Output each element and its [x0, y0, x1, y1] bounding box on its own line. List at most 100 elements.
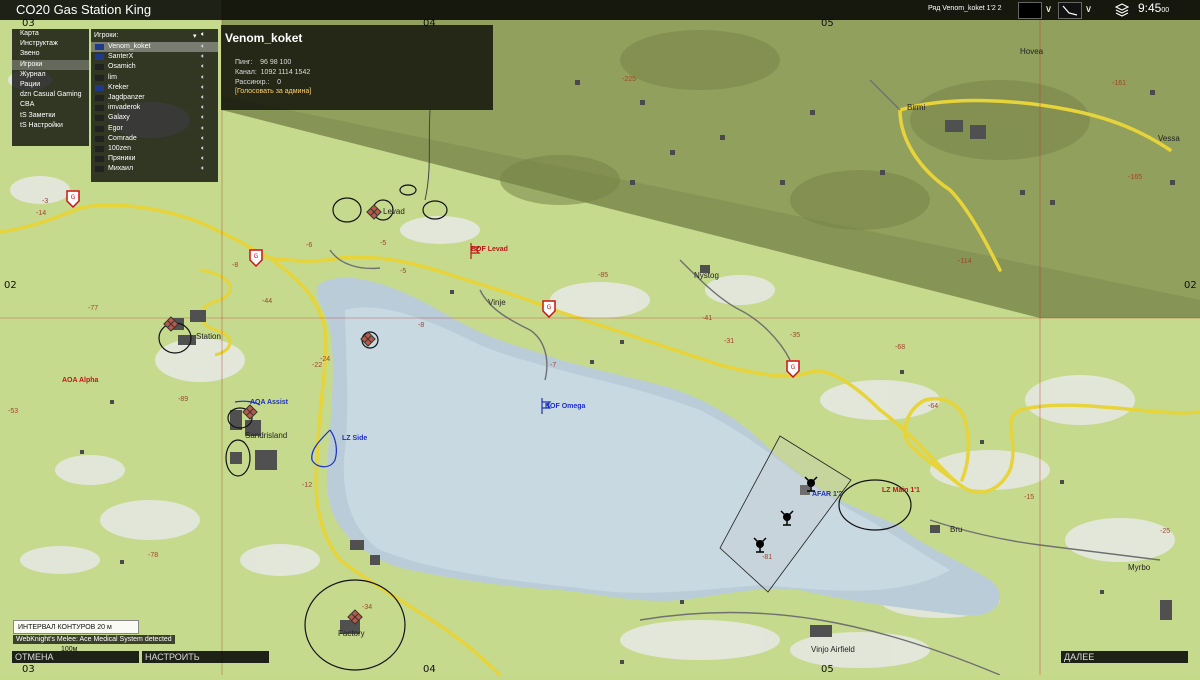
enemy-unit-icon[interactable]: [803, 475, 819, 493]
player-info-panel: Venom_koket Пинг: 96 98 100 Канал: 1092 …: [221, 25, 493, 110]
player-name: Venom_koket: [108, 43, 151, 50]
elevation-label: -165: [1128, 174, 1143, 181]
player-name: Osamich: [108, 63, 136, 71]
speaker-icon[interactable]: 🔈︎: [201, 103, 205, 113]
player-row[interactable]: Galaxy 🔈︎: [91, 113, 218, 123]
rassinhr-line: Рассинхр.: 0: [235, 79, 281, 86]
elevation-label: -41: [702, 315, 713, 322]
grid-label-bottom-05: 05: [821, 664, 834, 675]
place-levad: Levad: [383, 207, 405, 216]
menu-item[interactable]: Рации: [12, 80, 89, 90]
objective-diamond-icon[interactable]: [366, 204, 382, 220]
player-color-swatch: [95, 74, 104, 81]
elevation-label: -225: [622, 76, 637, 83]
clock-seconds: 00: [1161, 7, 1170, 14]
speaker-icon[interactable]: 🔈︎: [201, 124, 205, 134]
player-row[interactable]: Михаил 🔈︎: [91, 164, 218, 174]
rassinhr-label: Рассинхр.:: [235, 79, 270, 86]
svg-text:G: G: [71, 194, 76, 201]
player-row[interactable]: 100zen 🔈︎: [91, 144, 218, 154]
speaker-icon[interactable]: 🔈︎: [201, 154, 205, 164]
player-name: Jagdpanzer: [108, 93, 145, 101]
player-row[interactable]: Egor 🔈︎: [91, 124, 218, 134]
player-name: 100zen: [108, 144, 131, 152]
place-vessa: Vessa: [1158, 134, 1180, 143]
channel-color-box[interactable]: [1018, 2, 1042, 19]
triangle-down-icon[interactable]: ▾: [193, 32, 197, 40]
place-vinje: Vinje: [488, 298, 506, 307]
player-row[interactable]: Comrade 🔈︎: [91, 134, 218, 144]
player-name: Михаил: [108, 165, 134, 173]
player-row[interactable]: Osamich 🔈︎: [91, 62, 218, 72]
configure-button[interactable]: НАСТРОИТЬ: [142, 651, 269, 663]
player-row[interactable]: Пряники 🔈︎: [91, 154, 218, 164]
elevation-label: -114: [958, 258, 972, 265]
speaker-icon[interactable]: 🔈︎: [201, 134, 205, 144]
svg-text:G: G: [547, 304, 552, 311]
menu-item[interactable]: Журнал: [12, 70, 89, 80]
player-row[interactable]: SanterX 🔈︎: [91, 52, 218, 62]
menu-item[interactable]: CBA: [12, 100, 89, 110]
player-color-swatch: [95, 125, 104, 132]
gas-station-icon: G: [66, 190, 80, 208]
gas-station-icon: G: [786, 360, 800, 378]
place-station: Station: [196, 332, 221, 341]
layers-icon[interactable]: [1115, 3, 1129, 17]
objective-diamond-icon[interactable]: [360, 331, 376, 347]
player-row[interactable]: Venom_koket 🔈︎: [91, 42, 218, 53]
speaker-icon[interactable]: 🔈︎: [201, 93, 205, 103]
objective-diamond-icon[interactable]: [347, 609, 363, 625]
speaker-icon[interactable]: 🔈︎: [201, 73, 205, 83]
player-row[interactable]: Jagdpanzer 🔈︎: [91, 93, 218, 103]
speaker-icon[interactable]: 🔈︎: [201, 42, 205, 52]
elevation-label: -44: [262, 298, 273, 305]
elevation-label: -5: [380, 240, 387, 247]
player-row[interactable]: imvaderok 🔈︎: [91, 103, 218, 113]
enemy-unit-icon[interactable]: [779, 509, 795, 527]
elevation-label: -7: [550, 362, 557, 369]
speaker-icon[interactable]: 🔈︎: [201, 83, 205, 93]
vote-admin-link[interactable]: [Голосовать за админа]: [235, 88, 311, 95]
place-factory: Factory: [338, 629, 365, 638]
marker-lz-side[interactable]: LZ Side: [342, 435, 367, 442]
player-color-swatch: [95, 64, 104, 71]
menu-item[interactable]: tS Заметки: [12, 111, 89, 121]
cancel-button[interactable]: ОТМЕНА: [12, 651, 139, 663]
player-name: lim: [108, 73, 117, 81]
marker-lz-main[interactable]: LZ Main 1'1: [882, 487, 920, 494]
menu-item[interactable]: Инструктаж: [12, 39, 89, 49]
player-color-swatch: [95, 135, 104, 142]
place-bru: Bru: [950, 525, 963, 534]
player-name: Kreker: [108, 83, 129, 91]
player-row[interactable]: Kreker 🔈︎: [91, 83, 218, 93]
menu-item[interactable]: Игроки: [12, 59, 89, 70]
elevation-label: -78: [148, 552, 159, 559]
channel-line: Канал: 1092 1114 1542: [235, 69, 310, 76]
speaker-icon[interactable]: 🔈︎: [201, 62, 205, 72]
marker-aoa-alpha[interactable]: AOA Alpha: [62, 377, 98, 384]
chevron-down-icon[interactable]: ∨: [1082, 2, 1095, 17]
map-menu: Карта Инструктаж Звено Игроки Журнал Рации dzn…: [12, 29, 89, 146]
speaker-icon[interactable]: 🔈︎: [201, 164, 205, 174]
next-button[interactable]: ДАЛЕЕ: [1061, 651, 1188, 663]
player-color-swatch: [95, 84, 104, 91]
speaker-icon[interactable]: 🔈︎: [201, 52, 205, 62]
objective-diamond-icon[interactable]: [163, 316, 179, 332]
elevation-label: -85: [598, 272, 609, 279]
enemy-unit-icon[interactable]: [752, 536, 768, 554]
objective-diamond-icon[interactable]: [242, 404, 258, 420]
menu-item[interactable]: dzn Casual Gaming: [12, 90, 89, 100]
svg-text:G: G: [254, 253, 259, 260]
chevron-down-icon[interactable]: ∨: [1042, 2, 1055, 17]
speaker-icon[interactable]: 🔈︎: [201, 113, 205, 123]
speaker-icon[interactable]: 🔈︎: [201, 31, 205, 39]
clock-main: 9:45: [1138, 1, 1162, 15]
player-row[interactable]: lim 🔈︎: [91, 73, 218, 83]
place-sandrisland: Sandrisland: [245, 431, 288, 440]
elevation-label: -53: [8, 408, 19, 415]
bof-flag-red-icon: [470, 243, 481, 259]
menu-item[interactable]: tS Настройки: [12, 121, 89, 131]
speaker-icon[interactable]: 🔈︎: [201, 144, 205, 154]
menu-item[interactable]: Карта: [12, 29, 89, 39]
menu-item[interactable]: Звено: [12, 49, 89, 59]
